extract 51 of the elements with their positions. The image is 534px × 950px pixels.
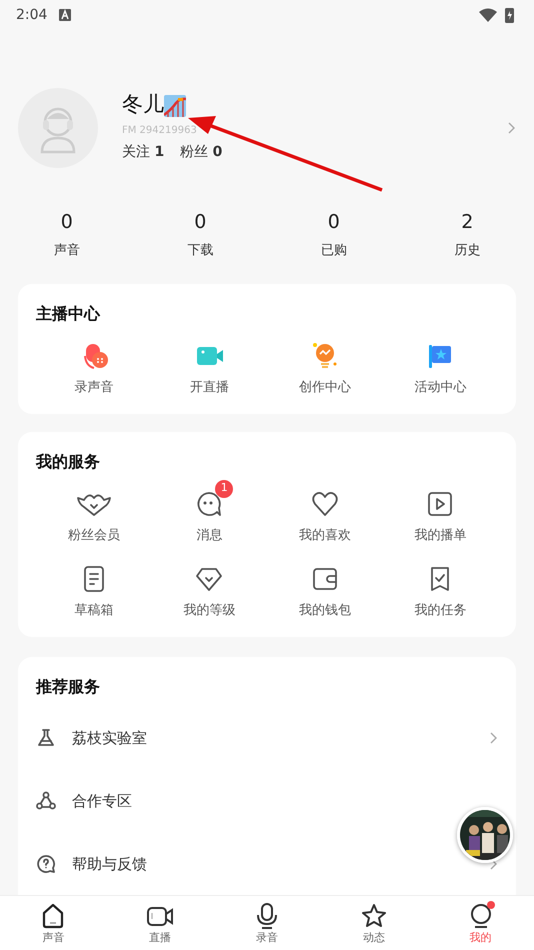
status-time: 2:04	[16, 6, 48, 24]
stat-label[interactable]: 已购	[267, 240, 400, 260]
stat-value[interactable]: 2	[400, 208, 534, 236]
tab-button[interactable]: 录音	[214, 896, 320, 950]
chat-bubble-icon[interactable]	[195, 490, 224, 518]
service-label[interactable]: 我的等级	[183, 601, 236, 620]
flask-icon[interactable]	[36, 728, 56, 748]
question-bubble-icon[interactable]	[36, 854, 56, 874]
section-title: 推荐服务	[36, 676, 101, 698]
tab-button[interactable]: 动态	[320, 896, 428, 950]
roller-coaster-icon	[164, 94, 186, 117]
following-count[interactable]: 关注 1	[122, 142, 164, 163]
service-label[interactable]: 创作中心	[298, 378, 351, 398]
fm-id: FM 294219963	[122, 124, 198, 138]
stat-label[interactable]: 历史	[400, 240, 534, 260]
stat-value[interactable]: 0	[267, 208, 400, 236]
menu-item-label[interactable]: 帮助与反馈	[72, 852, 147, 876]
service-label[interactable]: 我的钱包	[298, 601, 351, 620]
service-label[interactable]: 我的播单	[414, 526, 466, 545]
tab-button[interactable]: 我的	[427, 896, 534, 950]
service-label[interactable]: 录声音	[74, 378, 114, 398]
heart-icon[interactable]	[310, 490, 339, 518]
section-title: 主播中心	[36, 303, 102, 325]
service-label[interactable]: 活动中心	[414, 378, 466, 398]
service-label[interactable]: 我的任务	[414, 601, 466, 620]
service-label[interactable]: 粉丝会员	[68, 526, 120, 545]
notification-badge: 1	[215, 480, 234, 498]
user-name: 冬儿	[122, 93, 164, 117]
wifi-icon	[479, 8, 497, 22]
star-icon	[360, 902, 388, 930]
tab-button[interactable]: 声音	[0, 896, 107, 950]
stat-label[interactable]: 声音	[0, 240, 134, 260]
service-label[interactable]: 草稿箱	[74, 601, 114, 620]
section-title: 我的服务	[36, 450, 101, 472]
stat-label[interactable]: 下载	[134, 240, 267, 260]
service-label[interactable]: 消息	[196, 526, 222, 545]
play-square-icon[interactable]	[426, 490, 454, 518]
wallet-icon[interactable]	[310, 565, 339, 593]
fans-count[interactable]: 粉丝 0	[180, 142, 222, 163]
notification-icon	[59, 9, 72, 21]
diamond-icon[interactable]	[195, 565, 224, 593]
battery-icon	[505, 7, 514, 23]
service-label[interactable]: 我的喜欢	[298, 526, 351, 545]
player-thumbnail[interactable]	[457, 807, 513, 863]
nodes-icon[interactable]	[36, 791, 56, 811]
service-label[interactable]: 开直播	[190, 378, 229, 398]
tab-button[interactable]: 直播	[106, 896, 214, 950]
stat-value[interactable]: 0	[0, 208, 134, 236]
menu-item-label[interactable]: 合作专区	[72, 790, 132, 812]
menu-item-label[interactable]: 荔枝实验室	[72, 726, 147, 750]
stat-value[interactable]: 0	[134, 208, 267, 236]
